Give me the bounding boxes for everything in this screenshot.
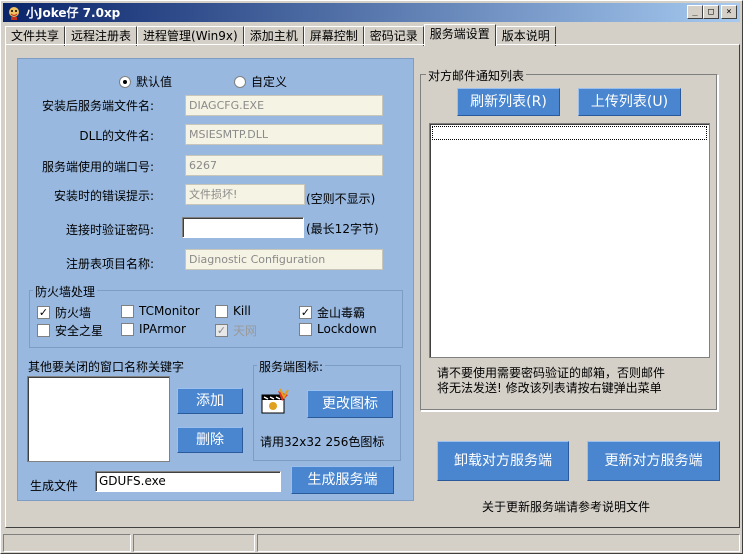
tab-strip: 文件共享 远程注册表 进程管理(Win9x) 添加主机 屏幕控制 密码记录 服务… [5, 24, 556, 46]
checkbox-skynet-box: ✓ [215, 324, 228, 337]
error-field[interactable]: 文件损坏! [185, 184, 305, 205]
registry-label: 注册表项目名称: [65, 257, 154, 271]
error-label: 安装时的错误提示: [53, 189, 154, 203]
tab-remote-registry[interactable]: 远程注册表 [65, 26, 138, 46]
checkbox-kill-label: Kill [233, 304, 251, 318]
checkbox-lockdown-label: Lockdown [317, 322, 377, 336]
generate-file-label: 生成文件 [30, 479, 79, 493]
server-icon [260, 387, 290, 417]
app-icon [6, 5, 22, 21]
password-field[interactable] [182, 217, 304, 238]
password-hint: (最长12字节) [306, 222, 379, 236]
password-label: 连接时验证密码: [65, 223, 154, 237]
mail-list-row[interactable] [432, 126, 707, 140]
upload-list-button[interactable]: 上传列表(U) [578, 88, 681, 116]
error-hint: (空则不显示) [306, 192, 376, 206]
firewall-title: 防火墙处理 [33, 283, 98, 300]
checkbox-tcmonitor-label: TCMonitor [139, 304, 200, 318]
tab-password-log[interactable]: 密码记录 [363, 26, 424, 46]
uninstall-server-button[interactable]: 卸载对方服务端 [437, 441, 569, 481]
status-cell-1 [3, 534, 131, 552]
checkbox-tcmonitor[interactable]: TCMonitor [121, 304, 200, 318]
port-label: 服务端使用的端口号: [41, 160, 154, 174]
status-bar [3, 534, 740, 552]
tab-add-host[interactable]: 添加主机 [243, 26, 304, 46]
radio-custom-dot [234, 75, 246, 88]
checkbox-firewall-label: 防火墙 [55, 306, 92, 320]
checkbox-kill-box [215, 304, 228, 318]
change-icon-button[interactable]: 更改图标 [307, 390, 393, 418]
minimize-icon[interactable]: _ [687, 5, 703, 19]
radio-default-label: 默认值 [136, 75, 173, 89]
checkbox-iparmor-label: IPArmor [139, 322, 186, 336]
checkbox-security-star-box [37, 324, 50, 337]
status-cell-3 [257, 534, 740, 552]
filename-label: 安装后服务端文件名: [41, 99, 154, 113]
checkbox-iparmor-box [121, 322, 134, 336]
checkbox-kingsoft-label: 金山毒霸 [317, 306, 366, 320]
dll-field[interactable]: MSIESMTP.DLL [185, 124, 383, 145]
checkbox-firewall-box: ✓ [37, 306, 50, 319]
server-icon-title: 服务端图标: [257, 358, 326, 375]
radio-default-dot [119, 75, 131, 88]
mail-list-title: 对方邮件通知列表 [426, 67, 527, 84]
tab-screen-control[interactable]: 屏幕控制 [303, 26, 364, 46]
generate-server-button[interactable]: 生成服务端 [291, 466, 394, 494]
refresh-list-button[interactable]: 刷新列表(R) [457, 88, 560, 116]
radio-custom-label: 自定义 [251, 75, 288, 89]
checkbox-iparmor[interactable]: IPArmor [121, 322, 186, 336]
window-keywords-label: 其他要关闭的窗口名称关键字 [28, 360, 185, 374]
checkbox-kill[interactable]: Kill [215, 304, 251, 318]
generate-file-field[interactable]: GDUFS.exe [95, 471, 281, 492]
checkbox-lockdown-box [299, 322, 312, 336]
title-bar: 小Joke仔 7.0xp _ □ × [3, 3, 740, 22]
tab-process-manager[interactable]: 进程管理(Win9x) [137, 26, 244, 46]
window-title: 小Joke仔 7.0xp [26, 6, 121, 20]
tab-server-settings[interactable]: 服务端设置 [423, 24, 496, 46]
add-keyword-button[interactable]: 添加 [177, 388, 243, 414]
delete-keyword-button[interactable]: 删除 [177, 427, 243, 453]
server-icon-hint: 请用32x32 256色图标 [260, 435, 385, 449]
update-server-button[interactable]: 更新对方服务端 [587, 441, 720, 481]
checkbox-skynet-label: 天网 [233, 324, 258, 338]
registry-field[interactable]: Diagnostic Configuration [185, 249, 383, 270]
checkbox-kingsoft[interactable]: ✓ 金山毒霸 [299, 304, 365, 321]
checkbox-security-star-label: 安全之星 [55, 324, 104, 338]
window-keywords-list[interactable] [27, 376, 170, 462]
checkbox-lockdown[interactable]: Lockdown [299, 322, 377, 336]
radio-default[interactable]: 默认值 [119, 73, 172, 90]
close-icon[interactable]: × [721, 5, 737, 19]
mail-list-note: 请不要使用需要密码验证的邮箱，否则邮件 将无法发送! 修改该列表请按右键弹出菜单 [437, 366, 666, 395]
checkbox-skynet: ✓ 天网 [215, 322, 257, 339]
port-field[interactable]: 6267 [185, 155, 383, 176]
checkbox-tcmonitor-box [121, 304, 134, 318]
filename-field[interactable]: DIAGCFG.EXE [185, 95, 383, 116]
status-cell-2 [133, 534, 255, 552]
mail-list[interactable] [429, 123, 710, 358]
tab-file-share[interactable]: 文件共享 [5, 26, 66, 46]
update-note: 关于更新服务端请参考说明文件 [482, 500, 651, 514]
checkbox-kingsoft-box: ✓ [299, 306, 312, 319]
checkbox-firewall[interactable]: ✓ 防火墙 [37, 304, 91, 321]
tab-version-info[interactable]: 版本说明 [495, 26, 556, 46]
radio-custom[interactable]: 自定义 [234, 73, 287, 90]
maximize-icon[interactable]: □ [703, 5, 719, 19]
dll-label: DLL的文件名: [79, 129, 154, 143]
checkbox-security-star[interactable]: 安全之星 [37, 322, 103, 339]
app-window: 小Joke仔 7.0xp _ □ × 文件共享 远程注册表 进程管理(Win9x… [0, 0, 743, 554]
